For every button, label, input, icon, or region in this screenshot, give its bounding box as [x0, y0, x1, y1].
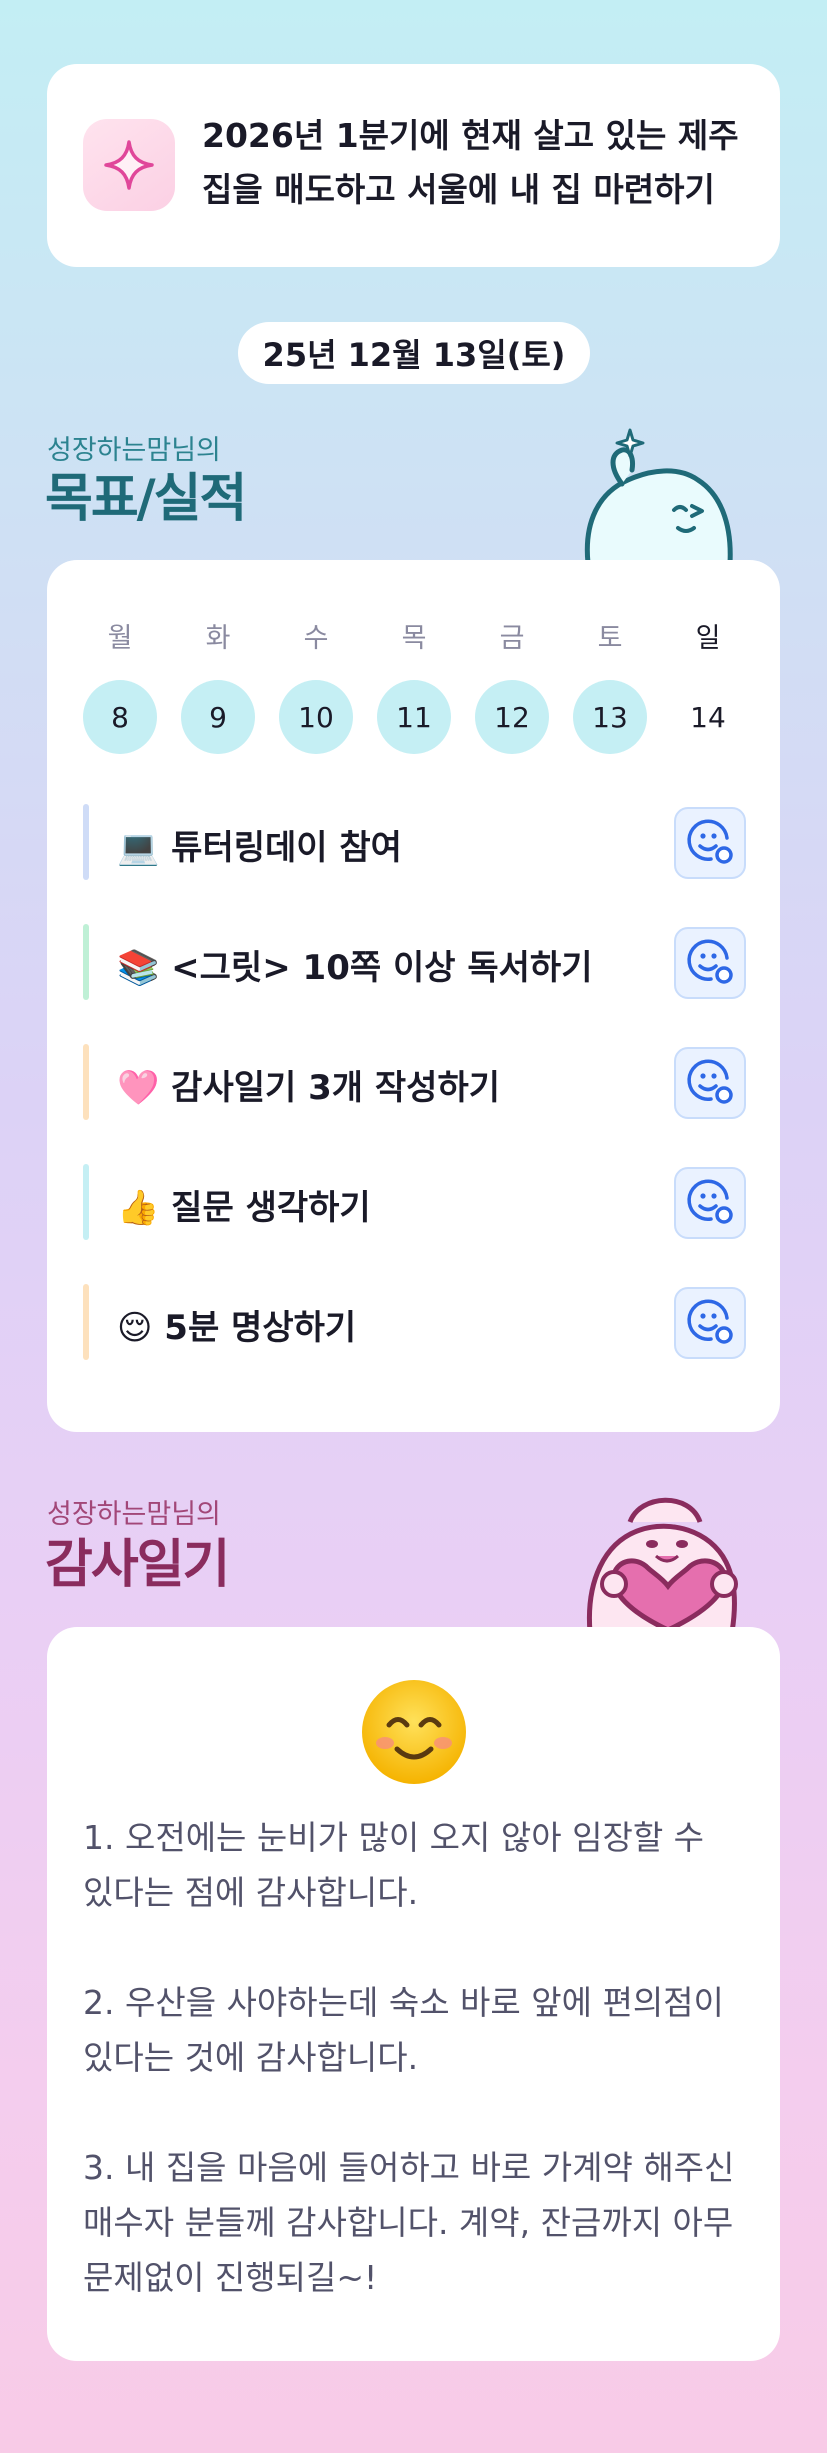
goal-card: 2026년 1분기에 현재 살고 있는 제주 집을 매도하고 서울에 내 집 마…	[47, 64, 780, 267]
day-11-button[interactable]: 11	[377, 680, 451, 754]
smiley-status-icon	[685, 816, 735, 870]
weekday-label: 일	[695, 623, 721, 654]
task-row: 😌 5분 명상하기	[83, 1284, 746, 1360]
weekday-label: 목	[401, 623, 427, 654]
task-color-bar	[83, 1284, 89, 1360]
smiley-status-icon	[685, 936, 735, 990]
smiley-status-icon	[685, 1176, 735, 1230]
task-status-button[interactable]	[674, 1047, 746, 1119]
smiley-status-icon	[685, 1056, 735, 1110]
task-status-button[interactable]	[674, 1167, 746, 1239]
task-label: 🩷 감사일기 3개 작성하기	[117, 1068, 501, 1108]
task-color-bar	[83, 1044, 89, 1120]
gratitude-item: 2. 우산을 사야하는데 숙소 바로 앞에 편의점이 있다는 것에 감사합니다.	[83, 1983, 724, 2077]
task-label: 😌 5분 명상하기	[117, 1308, 357, 1348]
task-color-bar	[83, 804, 89, 880]
weekday-label: 월	[107, 623, 133, 654]
day-10-button[interactable]: 10	[279, 680, 353, 754]
weekday-label: 토	[597, 623, 623, 654]
task-status-button[interactable]	[674, 927, 746, 999]
task-label: 👍 질문 생각하기	[117, 1188, 371, 1228]
task-status-button[interactable]	[674, 1287, 746, 1359]
goals-card: 월 8 화 9 수 10 목 11 금 12 토 13 일 14 💻 튜터링데이 참여 📚 <그릿> 10쪽 …	[47, 560, 780, 1432]
task-row: 📚 <그릿> 10쪽 이상 독서하기	[83, 924, 746, 1000]
day-13-button[interactable]: 13	[573, 680, 647, 754]
goal-text: 2026년 1분기에 현재 살고 있는 제주 집을 매도하고 서울에 내 집 마…	[202, 116, 739, 209]
day-14-button[interactable]: 14	[671, 680, 745, 754]
goals-title: 목표/실적	[45, 469, 247, 529]
day-12-button[interactable]: 12	[475, 680, 549, 754]
mascot-character	[570, 418, 740, 567]
weekday-label: 화	[205, 623, 231, 654]
day-9-button[interactable]: 9	[181, 680, 255, 754]
smiley-status-icon	[685, 1296, 735, 1350]
task-row: 🩷 감사일기 3개 작성하기	[83, 1044, 746, 1120]
task-label: 📚 <그릿> 10쪽 이상 독서하기	[117, 948, 593, 988]
task-label: 💻 튜터링데이 참여	[117, 828, 402, 868]
weekday-label: 수	[303, 623, 329, 654]
gratitude-item: 3. 내 집을 마음에 들어하고 바로 가계약 해주신 매수자 분들께 감사합니…	[83, 2148, 735, 2297]
smiling-face-icon	[359, 1677, 469, 1787]
task-color-bar	[83, 924, 89, 1000]
heart-mascot-character	[570, 1482, 750, 1636]
sparkle-icon	[83, 119, 175, 211]
day-8-button[interactable]: 8	[83, 680, 157, 754]
gratitude-item: 1. 오전에는 눈비가 많이 오지 않아 임장할 수 있다는 점에 감사합니다.	[83, 1818, 705, 1912]
date-pill[interactable]: 25년 12월 13일(토)	[238, 322, 590, 384]
task-row: 👍 질문 생각하기	[83, 1164, 746, 1240]
task-row: 💻 튜터링데이 참여	[83, 804, 746, 880]
task-status-button[interactable]	[674, 807, 746, 879]
gratitude-title: 감사일기	[45, 1535, 230, 1595]
weekday-label: 금	[499, 623, 525, 654]
task-color-bar	[83, 1164, 89, 1240]
gratitude-card: 1. 오전에는 눈비가 많이 오지 않아 임장할 수 있다는 점에 감사합니다.…	[47, 1627, 780, 2361]
